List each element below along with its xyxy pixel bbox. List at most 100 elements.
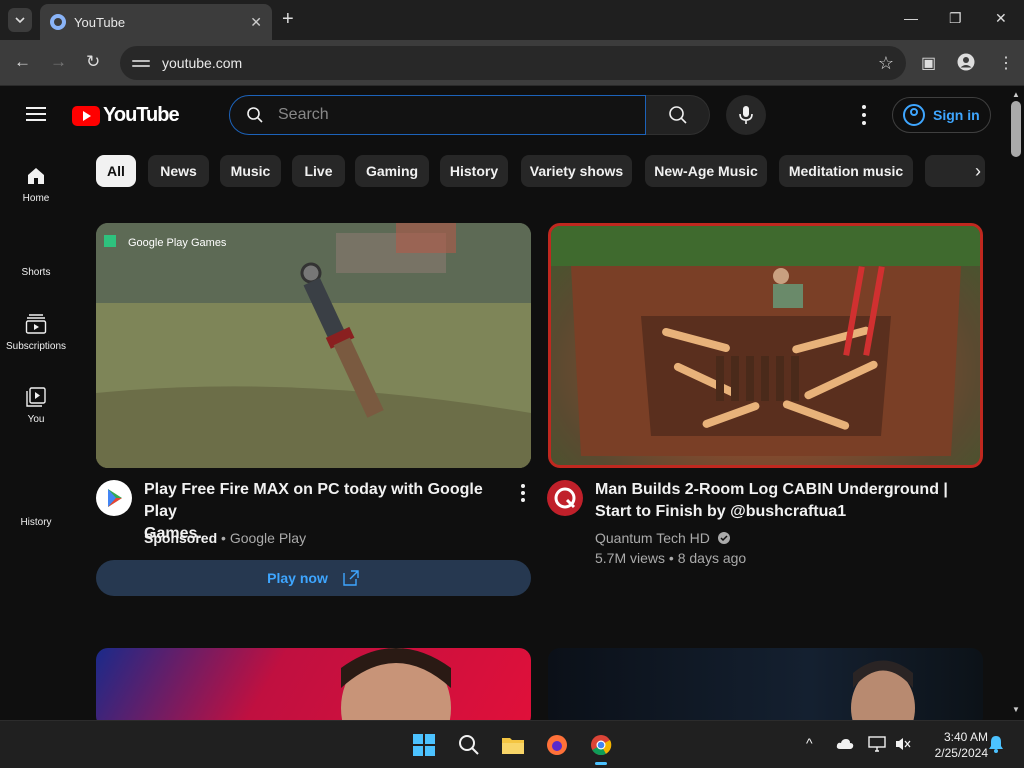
sidebar-label: Home <box>22 193 50 204</box>
site-settings-icon[interactable] <box>132 54 150 72</box>
sidebar-label: Shorts <box>21 267 51 278</box>
volume-muted-icon[interactable] <box>895 736 911 757</box>
subscriptions-icon <box>25 313 47 335</box>
reload-button[interactable]: ↻ <box>86 52 100 72</box>
avatar[interactable] <box>547 480 583 516</box>
address-bar[interactable]: youtube.com ☆ <box>120 46 906 80</box>
scroll-up-icon[interactable]: ▲ <box>1012 90 1020 99</box>
youtube-header: YouTube Sign in <box>0 87 1008 143</box>
sidebar-item-subscriptions[interactable]: Subscriptions <box>0 313 72 352</box>
video-thumbnail[interactable]: Google Play Games <box>96 223 531 468</box>
chip-music[interactable]: Music <box>220 155 281 187</box>
menu-icon[interactable] <box>26 107 46 121</box>
chevron-up-icon[interactable]: ^ <box>806 735 813 751</box>
chip-live[interactable]: Live <box>292 155 345 187</box>
avatar[interactable] <box>96 480 132 516</box>
search-input[interactable] <box>278 106 578 124</box>
chip-all[interactable]: All <box>96 155 136 187</box>
logo-text: YouTube <box>103 104 180 126</box>
video-thumbnail[interactable] <box>96 648 531 728</box>
history-icon <box>25 489 47 511</box>
chip-meditation-music[interactable]: Meditation music <box>779 155 913 187</box>
play-now-label: Play now <box>267 570 328 586</box>
youtube-play-icon <box>72 105 100 126</box>
google-play-icon <box>108 489 122 507</box>
chip-variety-shows[interactable]: Variety shows <box>521 155 632 187</box>
forward-button[interactable]: → <box>50 52 67 72</box>
clock-date: 2/25/2024 <box>934 746 988 760</box>
search-icon <box>459 735 479 755</box>
sponsored-label: Sponsored <box>144 530 218 546</box>
scroll-down-icon[interactable]: ▼ <box>1012 705 1020 714</box>
file-explorer-button[interactable] <box>499 731 527 759</box>
video-thumbnail[interactable] <box>548 648 983 728</box>
chip-history[interactable]: History <box>440 155 508 187</box>
globe-icon <box>50 14 66 30</box>
taskbar-search-button[interactable] <box>455 731 483 759</box>
channel-logo-icon <box>554 487 576 509</box>
youtube-logo[interactable]: YouTube <box>72 104 180 127</box>
channel-name[interactable]: Quantum Tech HD <box>595 530 710 546</box>
close-tab-icon[interactable]: ✕ <box>250 14 262 31</box>
start-button[interactable] <box>410 731 438 759</box>
network-icon[interactable] <box>868 736 886 757</box>
sidebar-label: You <box>27 414 45 425</box>
sidebar-item-shorts[interactable]: Shorts <box>0 239 72 278</box>
side-panel-icon[interactable]: ▣ <box>921 53 936 73</box>
browser-toolbar: ← → ↻ youtube.com ☆ ▣ ⋮ <box>0 40 1024 86</box>
chip-gaming[interactable]: Gaming <box>355 155 429 187</box>
chrome-button[interactable] <box>587 731 615 765</box>
minimize-button[interactable]: — <box>904 10 918 26</box>
video-thumbnail[interactable] <box>548 223 983 468</box>
browser-tab[interactable]: YouTube ✕ <box>40 4 272 40</box>
sidebar-item-history[interactable]: History <box>0 489 72 528</box>
back-button[interactable]: ← <box>14 52 31 72</box>
settings-more-icon[interactable] <box>860 105 868 125</box>
maximize-button[interactable]: ❐ <box>949 10 962 27</box>
sign-in-label: Sign in <box>933 107 980 123</box>
sign-in-button[interactable]: Sign in <box>892 97 991 133</box>
mini-guide-sidebar: Home Shorts Subscriptions You History <box>0 143 72 720</box>
external-link-icon <box>343 570 359 586</box>
firefox-icon <box>547 735 567 755</box>
search-button[interactable] <box>646 95 710 135</box>
chrome-icon <box>591 735 612 756</box>
onedrive-cloud-icon[interactable] <box>836 737 854 755</box>
windows-taskbar: ^ 3:40 AM 2/25/2024 <box>0 720 1024 768</box>
browser-menu-icon[interactable]: ⋮ <box>998 53 1014 73</box>
voice-search-button[interactable] <box>726 95 766 135</box>
user-circle-icon <box>903 104 925 126</box>
folder-icon <box>502 738 524 754</box>
chevron-down-icon <box>15 17 25 24</box>
windows-icon <box>413 734 435 756</box>
profile-icon[interactable] <box>957 53 975 76</box>
new-tab-button[interactable]: + <box>282 9 294 29</box>
thumbnail-image <box>551 226 980 456</box>
tab-search-button[interactable] <box>8 8 32 32</box>
page-scrollbar[interactable]: ▲ ▼ <box>1008 87 1024 720</box>
video-options-icon[interactable] <box>520 484 526 502</box>
thumbnail-overlay-text: Google Play Games <box>128 237 227 249</box>
video-title[interactable]: Man Builds 2-Room Log CABIN Underground … <box>595 479 975 523</box>
channel-name[interactable]: Google Play <box>230 530 306 546</box>
verified-check-icon <box>717 532 730 544</box>
chevron-right-icon[interactable]: › <box>962 155 994 187</box>
scrollbar-thumb[interactable] <box>1011 101 1021 157</box>
video-meta: Sponsored • Google Play <box>144 530 307 546</box>
search-box[interactable] <box>229 95 646 135</box>
filter-chips-bar: All News Music Live Gaming History Varie… <box>96 155 996 187</box>
shorts-icon <box>25 239 47 261</box>
tab-title: YouTube <box>74 14 126 30</box>
notification-bell-icon[interactable] <box>988 735 1004 758</box>
chip-new-age-music[interactable]: New-Age Music <box>645 155 767 187</box>
firefox-button[interactable] <box>543 731 571 759</box>
play-now-button[interactable]: Play now <box>96 560 531 596</box>
bookmark-star-icon[interactable]: ☆ <box>878 53 894 74</box>
system-clock[interactable]: 3:40 AM 2/25/2024 <box>918 729 988 761</box>
search-icon <box>246 106 264 124</box>
close-window-button[interactable]: ✕ <box>995 10 1007 27</box>
chip-news[interactable]: News <box>148 155 209 187</box>
sidebar-item-you[interactable]: You <box>0 386 72 425</box>
you-icon <box>25 386 47 408</box>
sidebar-item-home[interactable]: Home <box>0 165 72 204</box>
